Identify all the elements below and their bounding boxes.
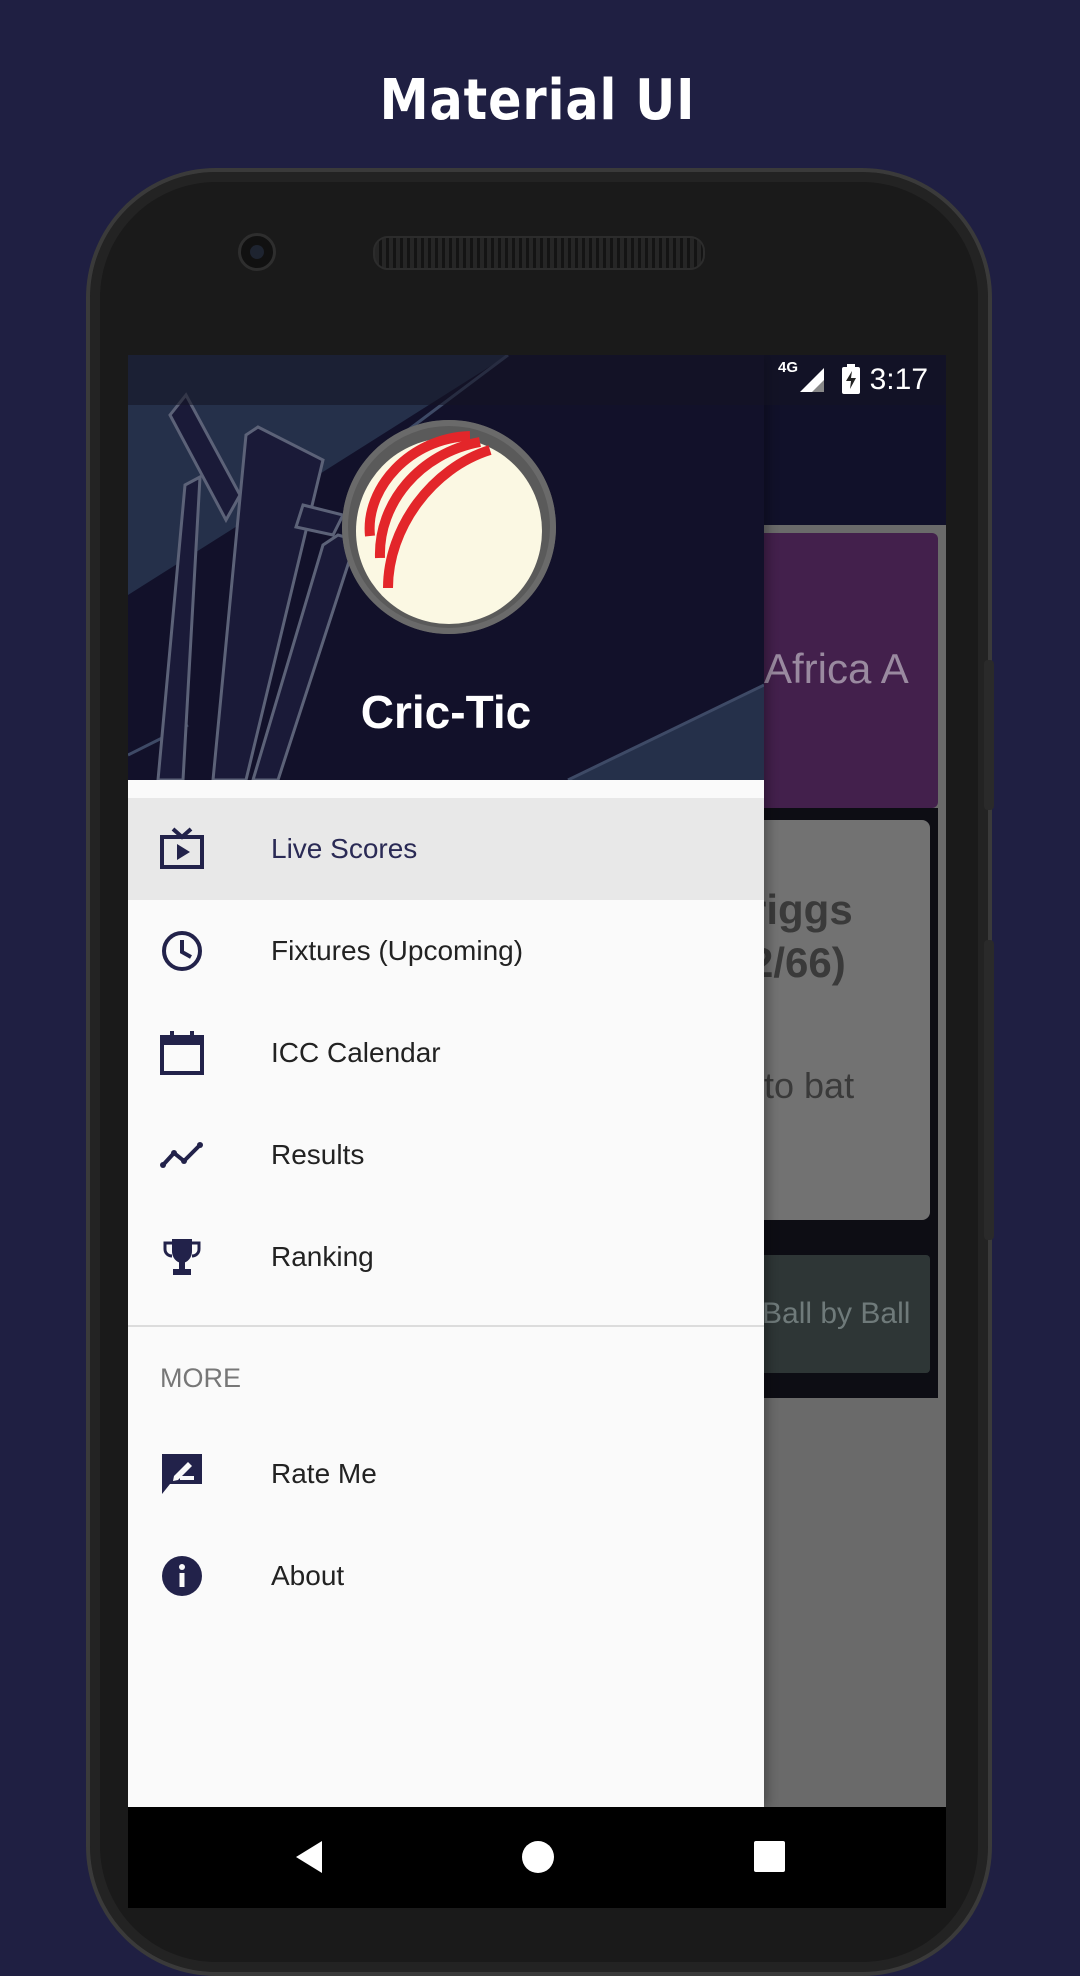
rate-review-icon: [162, 1454, 202, 1494]
trending-icon: [160, 1142, 203, 1168]
menu-item-results[interactable]: Results: [128, 1104, 764, 1206]
network-type: 4G: [777, 359, 798, 376]
drawer-more-menu: Rate Me About: [128, 1423, 764, 1627]
menu-label: Results: [271, 1139, 365, 1170]
battery-charging-icon: [842, 364, 860, 394]
background-status: to bat: [764, 1065, 855, 1106]
earpiece-speaker: [373, 236, 705, 270]
live-tv-icon: [160, 827, 204, 869]
calendar-icon: [160, 1031, 204, 1075]
menu-item-fixtures[interactable]: Fixtures (Upcoming): [128, 900, 764, 1002]
menu-item-live-scores[interactable]: Live Scores: [128, 798, 764, 900]
trophy-icon: [163, 1239, 201, 1275]
menu-label: Ranking: [271, 1241, 374, 1272]
cricket-ball-logo: [342, 420, 556, 634]
system-nav-bar: [128, 1807, 946, 1908]
background-player-score: riggs 2/66): [750, 883, 853, 989]
menu-label: Rate Me: [271, 1458, 377, 1489]
ball-by-ball-label: Ball by Ball: [762, 1297, 911, 1330]
menu-item-about[interactable]: About: [128, 1525, 764, 1627]
phone-volume-button: [984, 940, 994, 1240]
signal-icon: [800, 368, 824, 392]
phone-side-button: [984, 660, 994, 810]
info-icon: [162, 1556, 202, 1596]
menu-item-ranking[interactable]: Ranking: [128, 1206, 764, 1308]
clock-icon: [162, 931, 202, 971]
menu-item-rate-me[interactable]: Rate Me: [128, 1423, 764, 1525]
navigation-drawer: Cric-Tic Live Scores Fixtures (Upcoming): [128, 355, 764, 1807]
background-score-card[interactable]: [748, 820, 930, 1220]
menu-label: Fixtures (Upcoming): [271, 935, 524, 966]
menu-label: About: [271, 1560, 345, 1591]
drawer-header: Cric-Tic: [128, 355, 764, 780]
drawer-menu: Live Scores Fixtures (Upcoming) ICC Cale…: [128, 798, 764, 1308]
home-icon[interactable]: [518, 1837, 558, 1877]
background-team-name: Africa A: [764, 645, 909, 692]
clock: 3:17: [869, 363, 928, 396]
app-name: Cric-Tic: [360, 686, 532, 738]
screen: Africa A riggs 2/66) to bat Ball by Ball…: [128, 355, 946, 1908]
section-label-more: MORE: [160, 1363, 241, 1393]
menu-label: ICC Calendar: [271, 1037, 441, 1068]
front-camera: [238, 233, 276, 271]
player-name: riggs: [750, 886, 853, 933]
drawer-divider: [128, 1325, 764, 1327]
recents-icon[interactable]: [750, 1837, 790, 1877]
player-figures: 2/66): [750, 939, 846, 986]
status-bar: 4G 3:17: [128, 355, 946, 405]
menu-item-icc-calendar[interactable]: ICC Calendar: [128, 1002, 764, 1104]
back-icon[interactable]: [290, 1837, 330, 1877]
promo-title: Material UI: [379, 68, 696, 133]
menu-label: Live Scores: [271, 833, 418, 864]
